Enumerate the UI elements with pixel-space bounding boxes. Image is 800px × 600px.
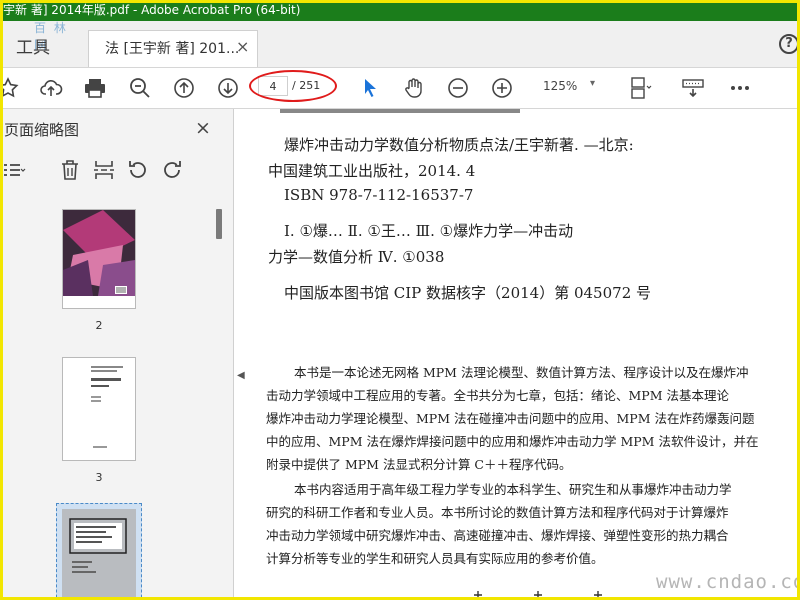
cip-line: 中国建筑工业出版社，2014. 4	[268, 162, 476, 180]
zoom-search-icon[interactable]	[124, 72, 156, 104]
trash-icon[interactable]	[58, 158, 84, 184]
body-text-line: 研究的科研工作者和专业人员。本书所讨论的数值计算方法和程序代码对于计算爆炸	[266, 505, 729, 520]
window-title: 宇新 著] 2014年版.pdf - Adobe Acrobat Pro (64…	[3, 3, 301, 17]
tab-document-label: 法 [王宇新 著] 201...	[105, 41, 240, 57]
page-thumbnail[interactable]	[62, 357, 136, 461]
more-icon[interactable]	[724, 72, 756, 104]
cip-line: ISBN 978-7-112-16537-7	[284, 186, 474, 204]
title-page-art	[63, 358, 135, 460]
copyright-page-art	[62, 509, 136, 600]
body-text-line: 爆炸冲击动力学理论模型、MPM 法在碰撞冲击问题中的应用、MPM 法在炸药爆轰问…	[266, 411, 755, 426]
thumbnails-panel: 页面缩略图 × 2 3	[0, 109, 234, 600]
options-menu-icon[interactable]	[2, 158, 28, 184]
tab-document[interactable]: 法 [王宇新 著] 201... ×	[88, 30, 258, 67]
zoom-value: 125%	[543, 79, 578, 93]
star-icon[interactable]	[0, 72, 24, 104]
panel-scrollbar[interactable]	[216, 209, 222, 239]
chevron-down-icon: ▾	[590, 78, 596, 89]
site-watermark: www.cndao.com	[656, 571, 800, 593]
select-tool-icon[interactable]	[354, 72, 386, 104]
tab-tools[interactable]: 百 林 网 工具	[0, 21, 70, 67]
tab-tools-label: 工具	[16, 38, 50, 58]
body-text-line: 本书内容适用于高年级工程力学专业的本科学生、研究生和从事爆炸冲击动力学	[294, 482, 732, 497]
panel-title: 页面缩略图	[4, 121, 80, 139]
zoom-out-icon[interactable]	[442, 72, 474, 104]
cip-line: 爆炸冲击动力学数值分析物质点法/王宇新著. —北京:	[284, 136, 634, 154]
main-toolbar: / 251 125% ▾	[0, 68, 800, 109]
body-text-line: 冲击动力学领域中研究爆炸冲击、高速碰撞冲击、爆炸焊接、弹塑性变形的热力耦合	[266, 528, 729, 543]
cropped-heading-line	[280, 109, 520, 113]
rotate-right-icon[interactable]	[160, 158, 186, 184]
zoom-in-icon[interactable]	[486, 72, 518, 104]
body-text-line: 中的应用、MPM 法在爆炸焊接问题中的应用和爆炸冲击动力学 MPM 法软件设计，…	[266, 434, 759, 449]
thumbnail-label: 2	[95, 319, 103, 332]
body-text-line: 附录中提供了 MPM 法显式积分计算 C＋＋程序代码。	[266, 457, 572, 472]
cloud-upload-icon[interactable]	[35, 72, 67, 104]
thumbnail-list: 2 3	[0, 195, 215, 600]
help-icon[interactable]: ?	[779, 34, 799, 54]
page-fit-icon[interactable]	[624, 72, 656, 104]
page-thumbnail[interactable]	[62, 209, 136, 309]
zoom-select[interactable]: 125% ▾	[534, 76, 604, 98]
panel-toolbar	[0, 155, 233, 189]
body-text-line: 计算分析等专业的学生和研究人员具有实际应用的参考价值。	[266, 551, 604, 566]
extract-pages-icon[interactable]	[92, 158, 118, 184]
window-titlebar: 宇新 著] 2014年版.pdf - Adobe Acrobat Pro (64…	[0, 0, 800, 21]
cip-line: 中国版本图书馆 CIP 数据核字（2014）第 045072 号	[284, 284, 652, 302]
document-view[interactable]: 爆炸冲击动力学数值分析物质点法/王宇新著. —北京: 中国建筑工业出版社，201…	[250, 109, 800, 600]
cover-art	[63, 210, 135, 308]
cip-line: 力学—数值分析 Ⅳ. ①038	[268, 248, 445, 266]
annotation-circle	[249, 70, 337, 102]
previous-page-icon[interactable]	[168, 72, 200, 104]
next-page-icon[interactable]	[212, 72, 244, 104]
rotate-left-icon[interactable]	[126, 158, 152, 184]
page-thumbnail-selected[interactable]	[56, 503, 142, 600]
cip-line: Ⅰ. ①爆… Ⅱ. ①王… Ⅲ. ①爆炸力学—冲击动	[284, 222, 574, 240]
thumbnail-label: 3	[95, 471, 103, 484]
print-icon[interactable]	[79, 72, 111, 104]
close-icon[interactable]: ×	[195, 117, 211, 139]
keyboard-icon[interactable]	[677, 72, 709, 104]
body-text-line: 击动力学领域中工程应用的专著。全书共分为七章，包括：绪论、MPM 法基本理论	[266, 388, 729, 403]
body-text-line: 本书是一本论述无网格 MPM 法理论模型、数值计算方法、程序设计以及在爆炸冲	[294, 365, 749, 380]
collapse-panel-icon[interactable]: ◀	[237, 370, 245, 381]
close-icon[interactable]: ×	[236, 37, 249, 56]
tab-bar: 百 林 网 工具 法 [王宇新 著] 201... × ?	[0, 21, 800, 68]
hand-tool-icon[interactable]	[398, 72, 430, 104]
